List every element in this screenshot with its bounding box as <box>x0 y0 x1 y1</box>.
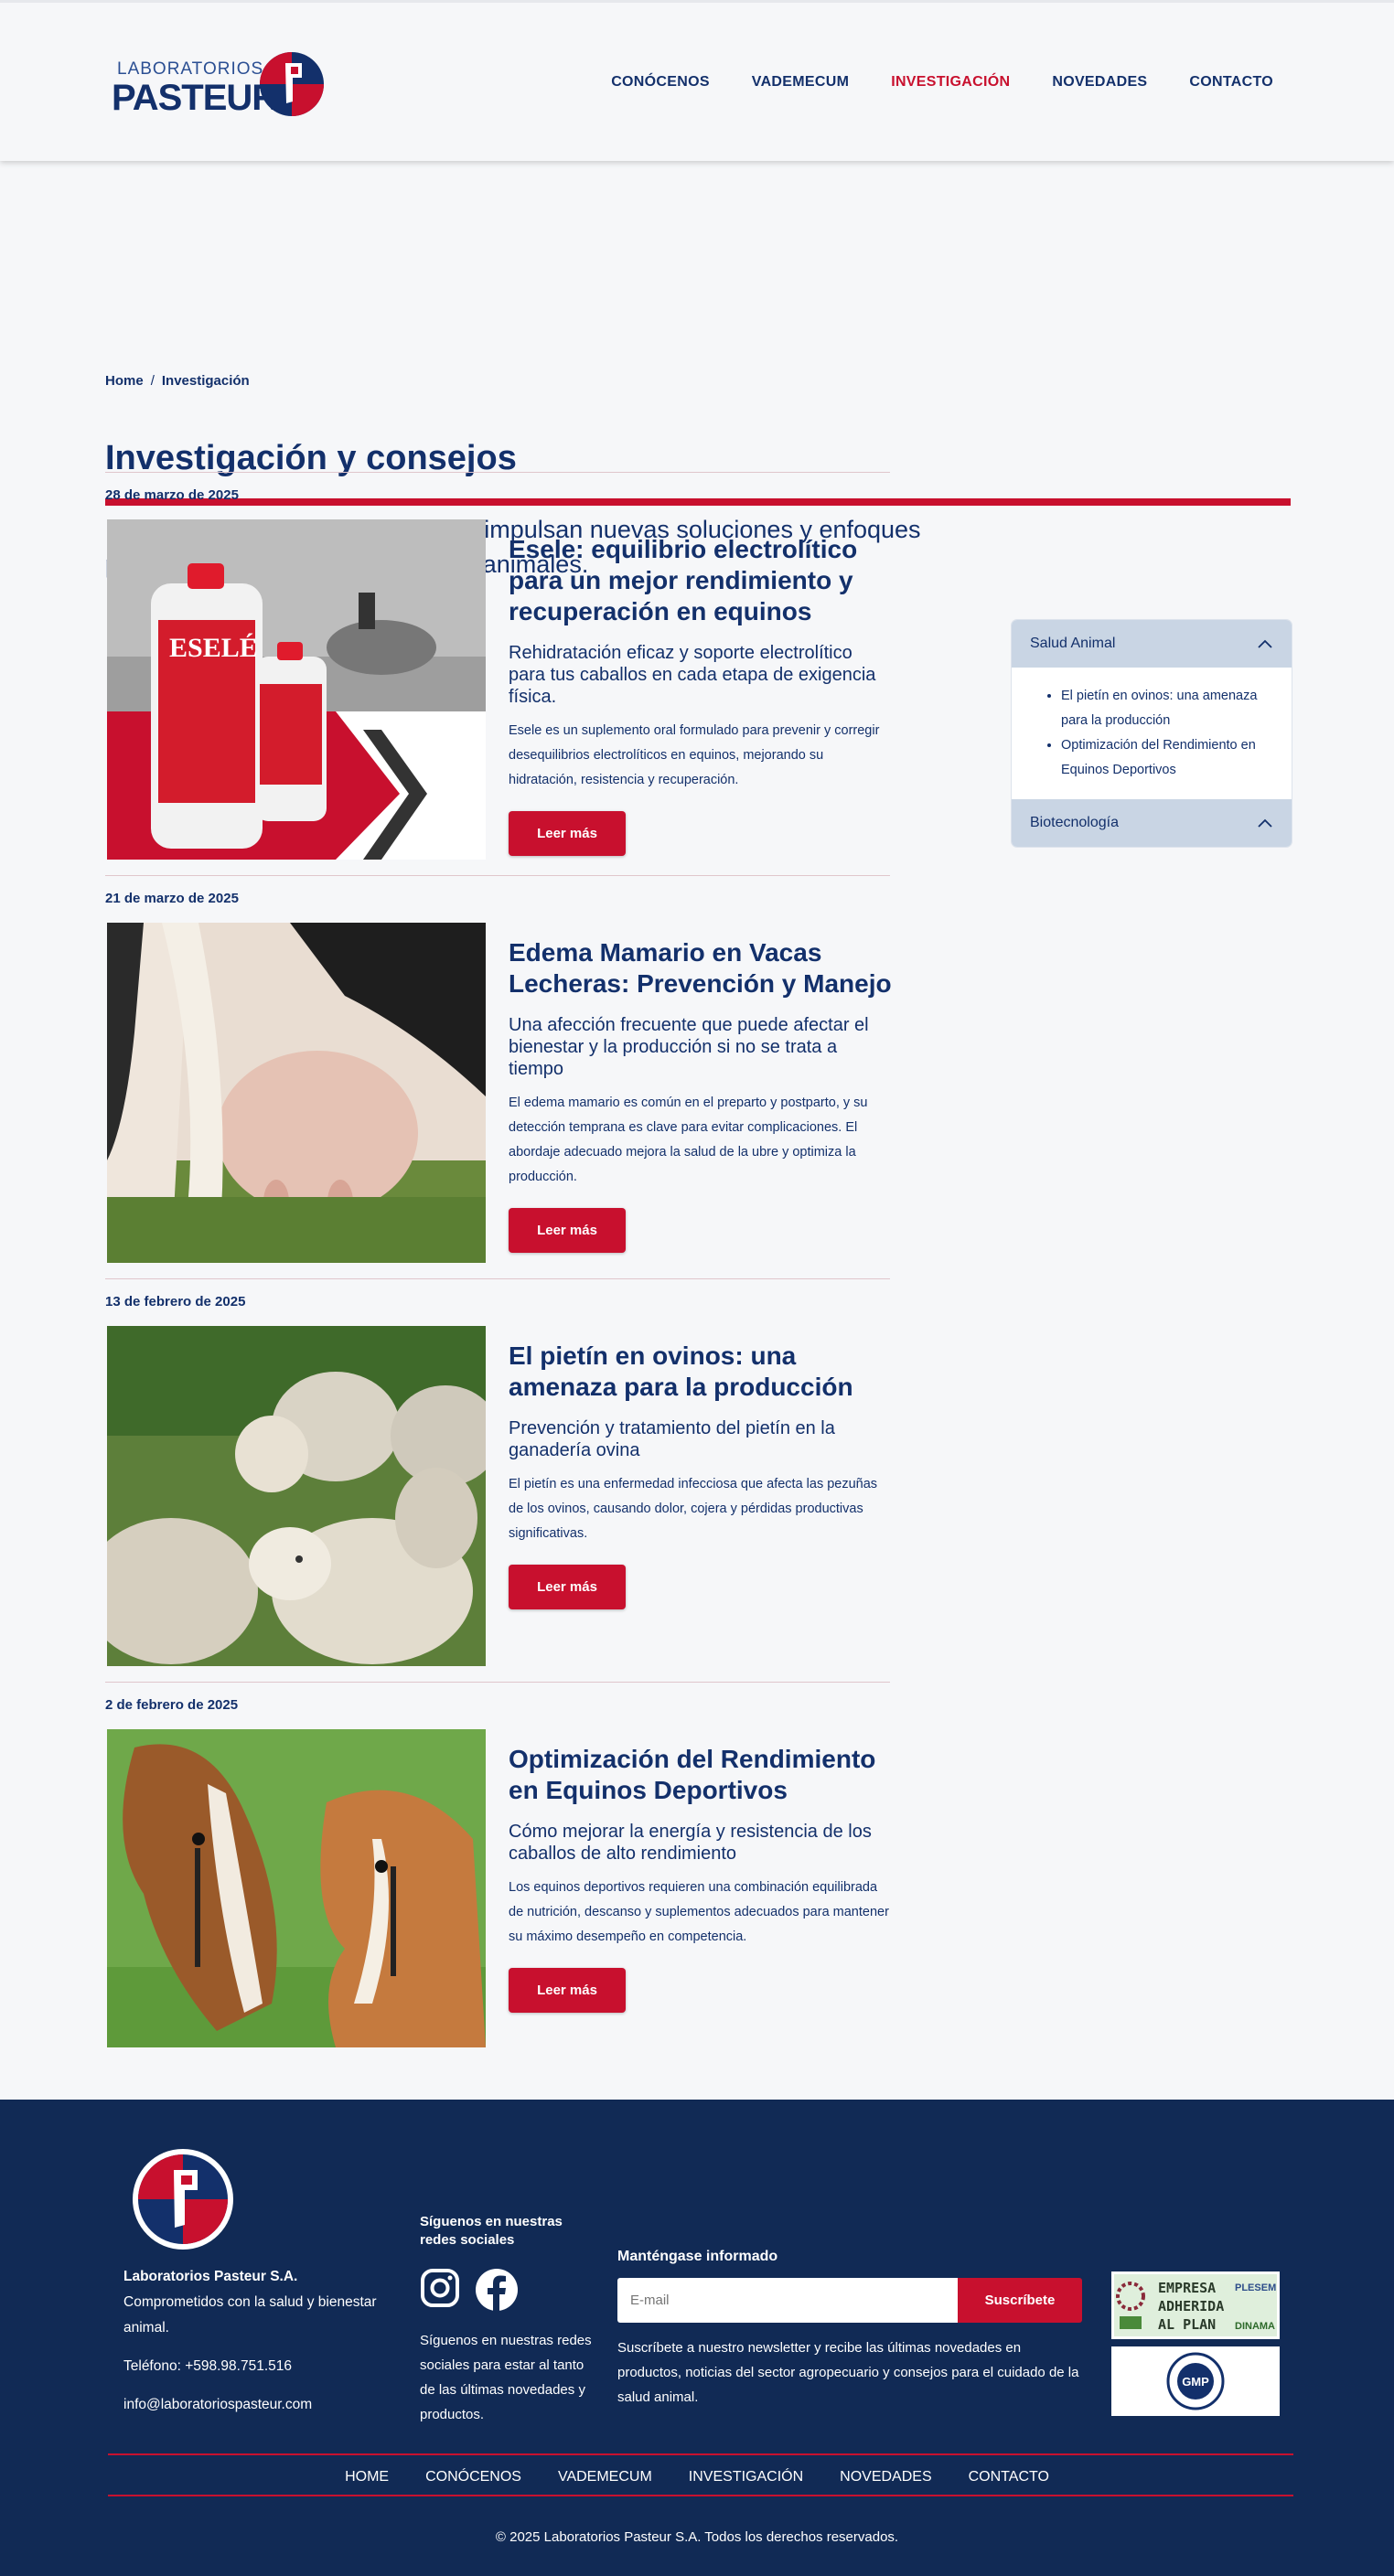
article-content: Edema Mamario en Vacas Lecheras: Prevenc… <box>509 937 893 1253</box>
article-date: 21 de marzo de 2025 <box>105 891 239 906</box>
article-divider <box>105 875 890 876</box>
footer-nav-conocenos[interactable]: CONÓCENOS <box>425 2469 521 2485</box>
article-image-cow[interactable] <box>107 923 486 1263</box>
site-header: LABORATORIOS PASTEUR CONÓCENOS VADEMECUM… <box>0 0 1394 161</box>
footer-divider <box>108 2495 1293 2496</box>
article-image-horses[interactable] <box>107 1729 486 2047</box>
article-image-sheep[interactable] <box>107 1326 486 1666</box>
article-divider <box>105 1682 890 1683</box>
footer-nav-home[interactable]: HOME <box>345 2469 389 2485</box>
social-title: Síguenos en nuestras redes sociales <box>420 2214 563 2248</box>
accordion-biotecnologia[interactable]: Biotecnología <box>1012 799 1292 847</box>
accordion-salud-animal[interactable]: Salud Animal <box>1012 620 1292 668</box>
footer-social: Síguenos en nuestras redes sociales Sígu… <box>420 2213 594 2427</box>
footer-company-info: Laboratorios Pasteur S.A. Comprometidos … <box>123 2264 398 2418</box>
article-excerpt: Esele es un suplemento oral formulado pa… <box>509 723 880 787</box>
company-name: Laboratorios Pasteur S.A. <box>123 2269 298 2284</box>
logo-text-small: LABORATORIOS <box>117 59 264 79</box>
read-more-button[interactable]: Leer más <box>509 1968 626 2013</box>
company-email[interactable]: info@laboratoriospasteur.com <box>123 2392 398 2418</box>
product-label-text: ESELÉ <box>169 633 258 663</box>
title-divider <box>105 498 1291 506</box>
accordion-title: Salud Animal <box>1030 636 1116 651</box>
article-content: Optimización del Rendimiento en Equinos … <box>509 1744 893 2013</box>
article-date: 28 de marzo de 2025 <box>105 487 239 503</box>
sidebar-link[interactable]: Optimización del Rendimiento en Equinos … <box>1061 733 1273 783</box>
newsletter-description: Suscríbete a nuestro newsletter y recibe… <box>617 2340 1079 2405</box>
gmp-text: GMP <box>1182 2375 1209 2389</box>
footer-newsletter: Manténgase informado Suscríbete Suscríbe… <box>617 2249 1084 2410</box>
article-content: Esele: equilibrio electrolítico para un … <box>509 534 893 856</box>
article-title[interactable]: Esele: equilibrio electrolítico para un … <box>509 534 893 627</box>
sidebar-link[interactable]: El pietín en ovinos: una amenaza para la… <box>1061 684 1273 733</box>
accordion-body: El pietín en ovinos: una amenaza para la… <box>1012 668 1292 799</box>
article-title[interactable]: El pietín en ovinos: una amenaza para la… <box>509 1341 893 1403</box>
gmp-certification-badge: GMP <box>1111 2346 1280 2416</box>
newsletter-email-input[interactable] <box>617 2278 958 2323</box>
nav-vademecum[interactable]: VADEMECUM <box>752 74 849 91</box>
article-content: El pietín en ovinos: una amenaza para la… <box>509 1341 893 1609</box>
breadcrumb-separator: / <box>150 373 155 389</box>
footer-divider <box>108 2453 1293 2455</box>
footer-nav-vademecum[interactable]: VADEMECUM <box>558 2469 652 2485</box>
badge-line: ADHERIDA <box>1158 2298 1224 2314</box>
instagram-icon[interactable] <box>420 2268 460 2308</box>
article-date: 2 de febrero de 2025 <box>105 1697 239 1713</box>
breadcrumb-home[interactable]: Home <box>105 373 144 389</box>
read-more-button[interactable]: Leer más <box>509 1565 626 1609</box>
article-divider <box>105 472 890 473</box>
read-more-button[interactable]: Leer más <box>509 1208 626 1253</box>
article-date: 13 de febrero de 2025 <box>105 1294 246 1309</box>
article-image-esele[interactable]: ESELÉ <box>107 519 486 860</box>
copyright-text: © 2025 Laboratorios Pasteur S.A. Todos l… <box>495 2529 899 2545</box>
chevron-up-icon <box>1258 818 1272 828</box>
breadcrumb: Home / Investigación <box>105 373 250 389</box>
footer-nav-novedades[interactable]: NOVEDADES <box>840 2469 931 2485</box>
nav-novedades[interactable]: NOVEDADES <box>1052 74 1147 91</box>
plan-adhesion-badge: EMPRESA ADHERIDA AL PLAN PLESEM DINAMA <box>1111 2271 1280 2339</box>
social-description: Síguenos en nuestras redes sociales para… <box>420 2333 592 2422</box>
site-footer: Laboratorios Pasteur S.A. Comprometidos … <box>0 2100 1394 2576</box>
article-title[interactable]: Edema Mamario en Vacas Lecheras: Prevenc… <box>509 937 893 999</box>
chevron-up-icon <box>1258 639 1272 648</box>
article-subtitle: Una afección frecuente que puede afectar… <box>509 1015 869 1079</box>
breadcrumb-current: Investigación <box>161 373 250 389</box>
badge-side-text: DINAMA <box>1235 2321 1275 2332</box>
article-subtitle: Prevención y tratamiento del pietín en l… <box>509 1418 835 1460</box>
article-excerpt: Los equinos deportivos requieren una com… <box>509 1880 889 1944</box>
facebook-icon[interactable] <box>475 2268 519 2312</box>
read-more-button[interactable]: Leer más <box>509 811 626 856</box>
article-subtitle: Rehidratación eficaz y soporte electrolí… <box>509 643 876 707</box>
logo-text-big: PASTEUR <box>112 78 278 118</box>
category-sidebar: Salud Animal El pietín en ovinos: una am… <box>1012 620 1292 847</box>
footer-nav: HOME CONÓCENOS VADEMECUM INVESTIGACIÓN N… <box>0 2469 1394 2485</box>
article-divider <box>105 1278 890 1279</box>
nav-contacto[interactable]: CONTACTO <box>1189 74 1273 91</box>
badge-side-text: PLESEM <box>1235 2282 1276 2293</box>
company-tagline: Comprometidos con la salud y bienestar a… <box>123 2294 377 2336</box>
nav-conocenos[interactable]: CONÓCENOS <box>611 74 710 91</box>
badge-line: AL PLAN <box>1158 2316 1216 2333</box>
footer-nav-investigacion[interactable]: INVESTIGACIÓN <box>689 2469 803 2485</box>
newsletter-title: Manténgase informado <box>617 2249 778 2264</box>
article-subtitle: Cómo mejorar la energía y resistencia de… <box>509 1822 872 1864</box>
badge-line: EMPRESA <box>1158 2280 1216 2296</box>
nav-investigacion[interactable]: INVESTIGACIÓN <box>891 74 1010 91</box>
pasteur-emblem-icon[interactable] <box>132 2148 234 2250</box>
company-phone[interactable]: Teléfono: +598.98.751.516 <box>123 2354 398 2379</box>
article-title[interactable]: Optimización del Rendimiento en Equinos … <box>509 1744 893 1806</box>
site-logo[interactable]: LABORATORIOS PASTEUR <box>110 47 329 120</box>
article-excerpt: El pietín es una enfermedad infecciosa q… <box>509 1477 878 1541</box>
article-excerpt: El edema mamario es común en el preparto… <box>509 1096 868 1184</box>
footer-nav-contacto[interactable]: CONTACTO <box>969 2469 1049 2485</box>
accordion-title: Biotecnología <box>1030 815 1119 830</box>
pasteur-emblem-icon <box>260 52 324 116</box>
subscribe-button[interactable]: Suscríbete <box>958 2278 1082 2323</box>
main-nav: CONÓCENOS VADEMECUM INVESTIGACIÓN NOVEDA… <box>611 74 1273 91</box>
